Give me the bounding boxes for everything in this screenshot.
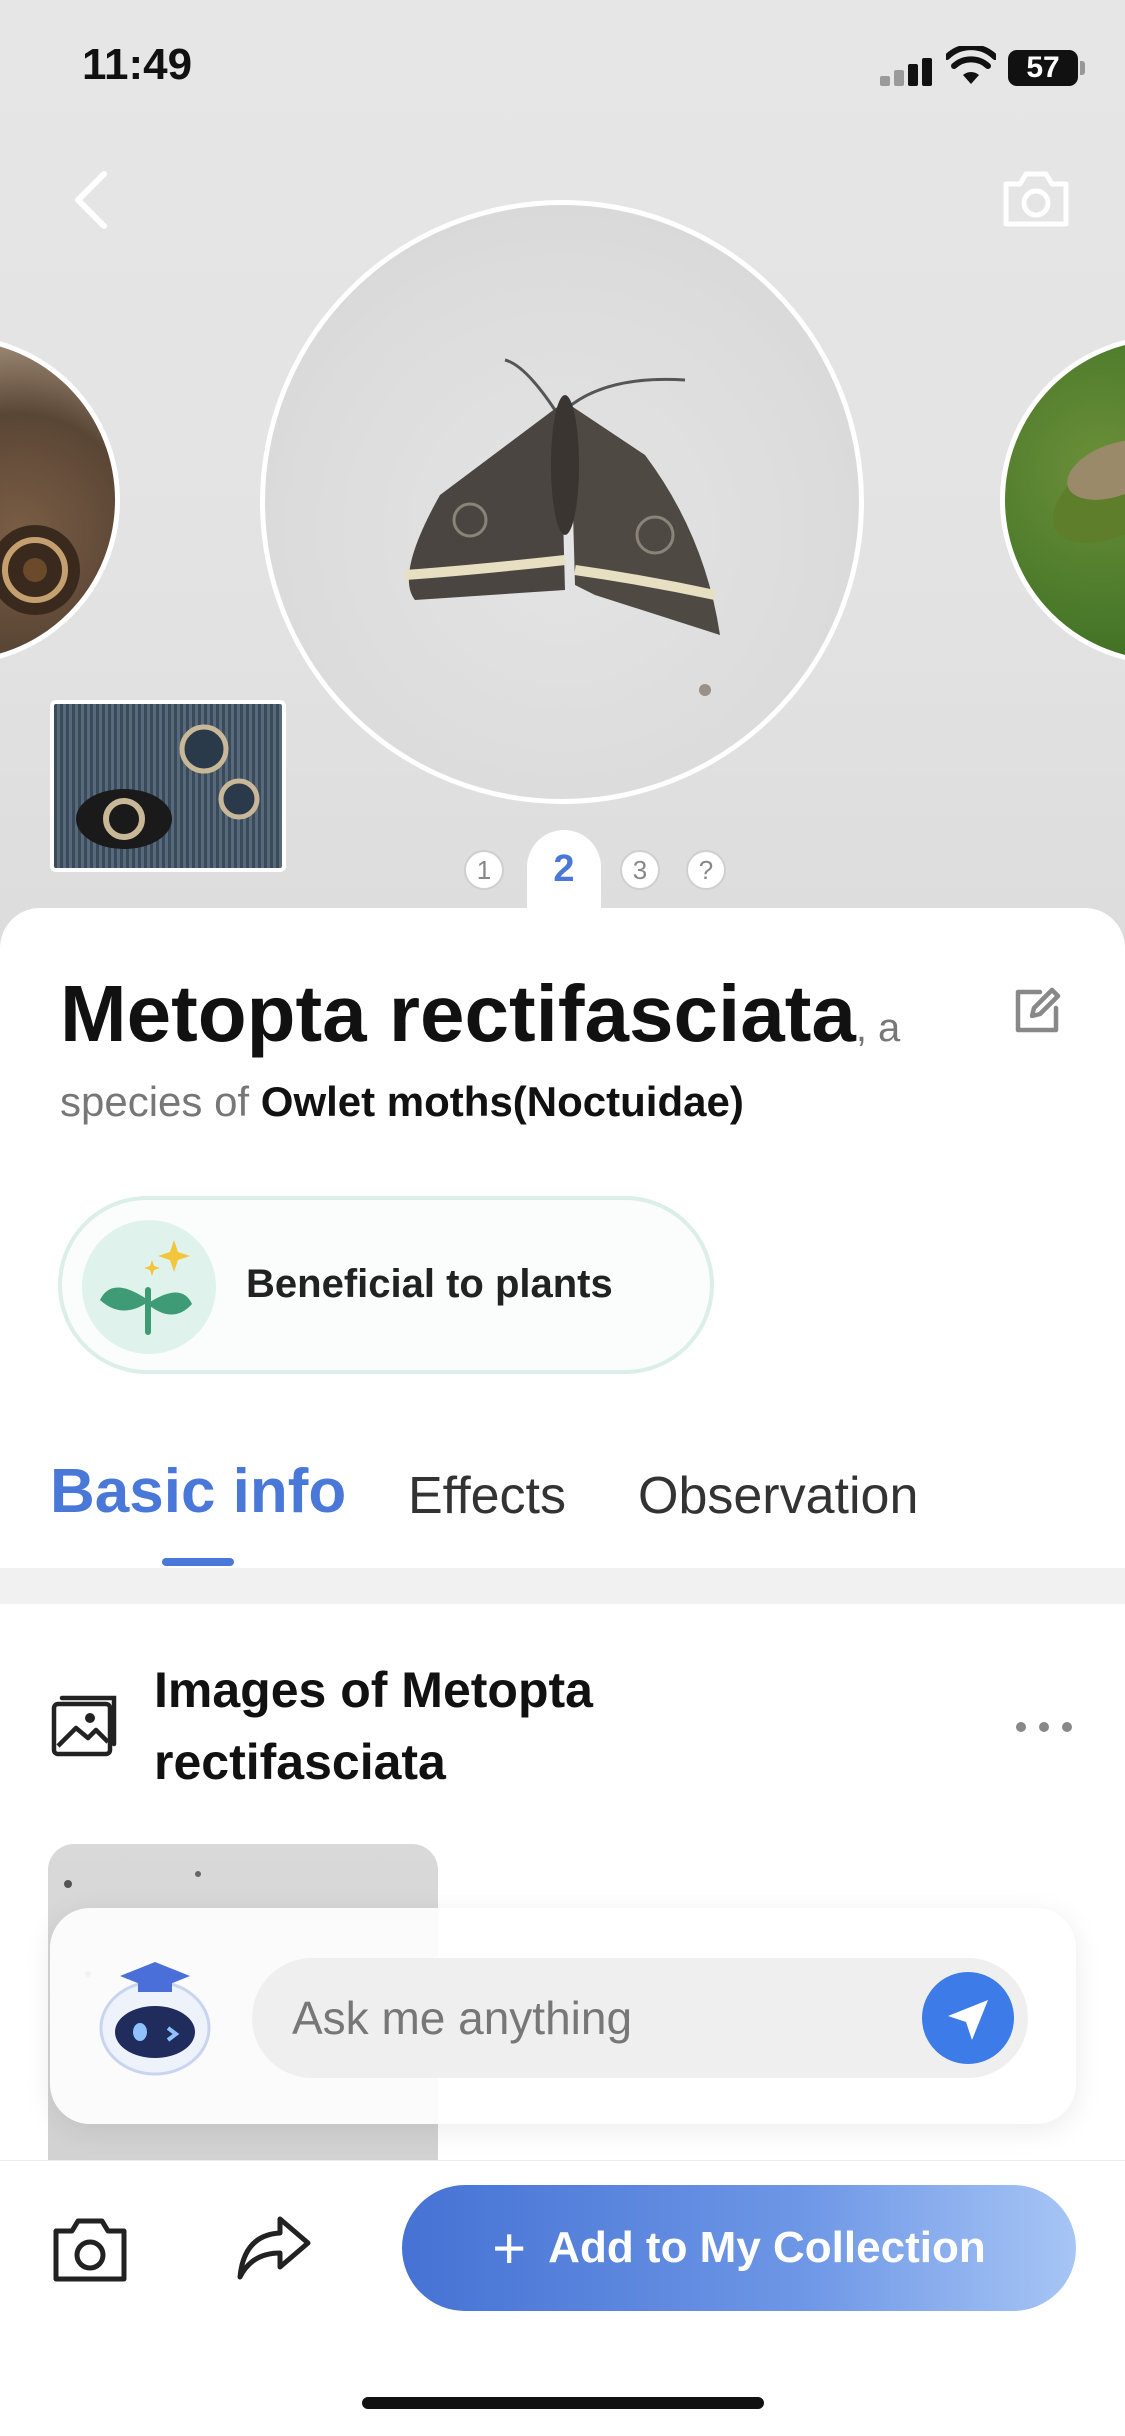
status-bar: 11:49 57 [0,0,1125,140]
wifi-icon [946,46,996,84]
pager-dot-3[interactable]: 3 [620,850,660,890]
more-options-icon[interactable] [1016,1722,1072,1736]
pager-dot-2-active[interactable]: 2 [527,830,601,910]
pager-dot-unknown[interactable]: ? [686,850,726,890]
tab-basic-info[interactable]: Basic info [50,1456,346,1527]
section-title: Images of Metopta rectifasciata [154,1662,593,1790]
chevron-left-icon [75,171,107,229]
add-to-collection-button[interactable]: + Add to My Collection [402,2185,1076,2311]
add-to-collection-label: Add to My Collection [548,2223,986,2272]
gallery-image-prev[interactable] [0,335,120,665]
back-button[interactable] [60,160,120,240]
moth-on-leaf-image [1052,437,1125,543]
send-button[interactable] [922,1972,1014,2064]
tab-observation[interactable]: Observation [638,1466,918,1526]
species-sub-prefix: species of [60,1078,261,1125]
hero-gallery: 11:49 57 1 2 3 ? [0,0,1125,960]
tab-effects[interactable]: Effects [408,1466,566,1526]
camera-icon [1003,171,1069,227]
gallery-image-next[interactable] [1000,335,1125,665]
species-name: Metopta rectifasciata [60,969,856,1058]
image-icon [51,1695,117,1757]
pager-dot-1[interactable]: 1 [464,850,504,890]
moth-wing-eyespot-image [0,525,80,615]
species-subtitle: species of Owlet moths(Noctuidae) [60,1078,744,1126]
signal-icon [880,56,934,86]
home-indicator[interactable] [362,2397,764,2409]
send-icon [948,2000,988,2040]
gallery-pager: 1 2 3 ? [0,830,1125,910]
sprout-sparkle-icon [82,1220,216,1354]
ai-chat-bar: Ask me anything [50,1908,1076,2124]
ask-input[interactable]: Ask me anything [252,1958,1028,2078]
species-info-sheet: Metopta rectifasciata, a species of Owle… [0,908,1125,1568]
plus-icon: + [492,2215,527,2281]
beneficial-badge[interactable]: Beneficial to plants [58,1196,714,1374]
tab-active-indicator [162,1558,234,1566]
edit-icon[interactable] [1010,986,1062,1038]
battery-icon: 57 [1008,50,1085,86]
camera-icon[interactable] [52,2213,128,2285]
share-icon[interactable] [236,2213,312,2283]
species-title: Metopta rectifasciata, a [60,968,960,1060]
moth-image [404,358,720,696]
status-time: 11:49 [82,40,193,89]
info-tabs: Basic info Effects Observation [0,1456,1125,1568]
robot-avatar-icon [90,1948,220,2078]
camera-button-top[interactable] [1000,166,1072,232]
gallery-image-current[interactable] [260,200,864,804]
species-title-suffix: , a [855,1006,901,1050]
badge-label: Beneficial to plants [246,1262,613,1306]
species-family: Owlet moths(Noctuidae) [260,1078,744,1125]
bottom-bar: + Add to My Collection [0,2160,1125,2436]
